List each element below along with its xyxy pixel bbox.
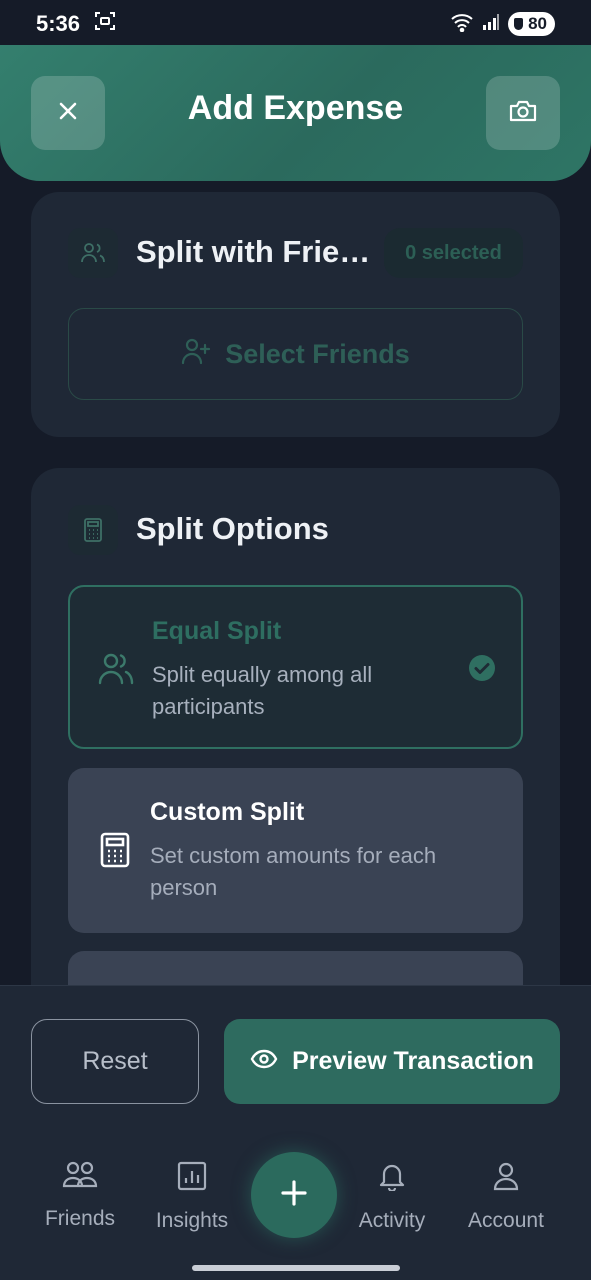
equal-split-option[interactable]: Equal Split Split equally among all part… — [68, 585, 523, 749]
split-options-title: Split Options — [136, 511, 329, 546]
signal-icon — [482, 13, 500, 36]
add-expense-fab[interactable] — [251, 1152, 337, 1238]
nav-label-activity: Activity — [358, 1209, 426, 1232]
reset-button[interactable]: Reset — [31, 1019, 199, 1104]
add-user-icon — [181, 337, 211, 372]
battery-indicator: 80 — [508, 12, 555, 36]
equal-split-description: Split equally among all participants — [152, 662, 373, 719]
friends-icon — [62, 1161, 98, 1195]
preview-transaction-button[interactable]: Preview Transaction — [224, 1019, 560, 1104]
account-icon — [492, 1161, 520, 1197]
calculator-icon — [100, 832, 130, 873]
bell-icon — [378, 1161, 406, 1197]
nav-label-friends: Friends — [44, 1207, 116, 1230]
home-indicator[interactable] — [192, 1265, 400, 1271]
nav-item-friends[interactable]: Friends — [20, 1161, 140, 1231]
camera-icon — [508, 98, 538, 129]
selected-count-badge: 0 selected — [384, 228, 523, 278]
wifi-icon — [450, 12, 474, 37]
nav-item-activity[interactable]: Activity — [332, 1161, 452, 1233]
split-with-friends-title: Split with Frie… — [136, 234, 371, 269]
header-bar: Add Expense — [0, 45, 591, 181]
nav-label-account: Account — [468, 1209, 544, 1232]
status-bar: 5:36 80 — [0, 0, 591, 48]
bottom-navigation: Friends Insights Activity Account — [0, 1135, 591, 1280]
custom-split-description: Set custom amounts for each person — [150, 843, 437, 900]
action-bar: Reset Preview Transaction — [0, 985, 591, 1135]
users-icon — [98, 651, 134, 690]
custom-split-option[interactable]: Custom Split Set custom amounts for each… — [68, 768, 523, 933]
select-friends-label: Select Friends — [225, 338, 410, 369]
nav-item-insights[interactable]: Insights — [132, 1161, 252, 1233]
check-circle-icon — [468, 654, 496, 687]
equal-split-title: Equal Split — [152, 617, 282, 645]
preview-transaction-label: Preview Transaction — [292, 1047, 534, 1075]
plus-icon — [280, 1179, 308, 1212]
custom-split-title: Custom Split — [150, 798, 305, 826]
calculator-icon — [68, 505, 118, 555]
split-options-card: Split Options Equal Split Split equally … — [31, 468, 560, 1028]
eye-icon — [250, 1047, 278, 1076]
camera-button[interactable] — [486, 76, 560, 150]
select-friends-button[interactable]: Select Friends — [68, 308, 523, 400]
status-time: 5:36 — [36, 11, 81, 36]
screenshot-icon — [94, 10, 116, 38]
friends-icon — [68, 228, 118, 278]
nav-item-account[interactable]: Account — [446, 1161, 566, 1233]
insights-icon — [177, 1161, 207, 1197]
nav-label-insights: Insights — [155, 1209, 229, 1232]
split-with-friends-card: Split with Frie… 0 selected Select Frien… — [31, 192, 560, 437]
